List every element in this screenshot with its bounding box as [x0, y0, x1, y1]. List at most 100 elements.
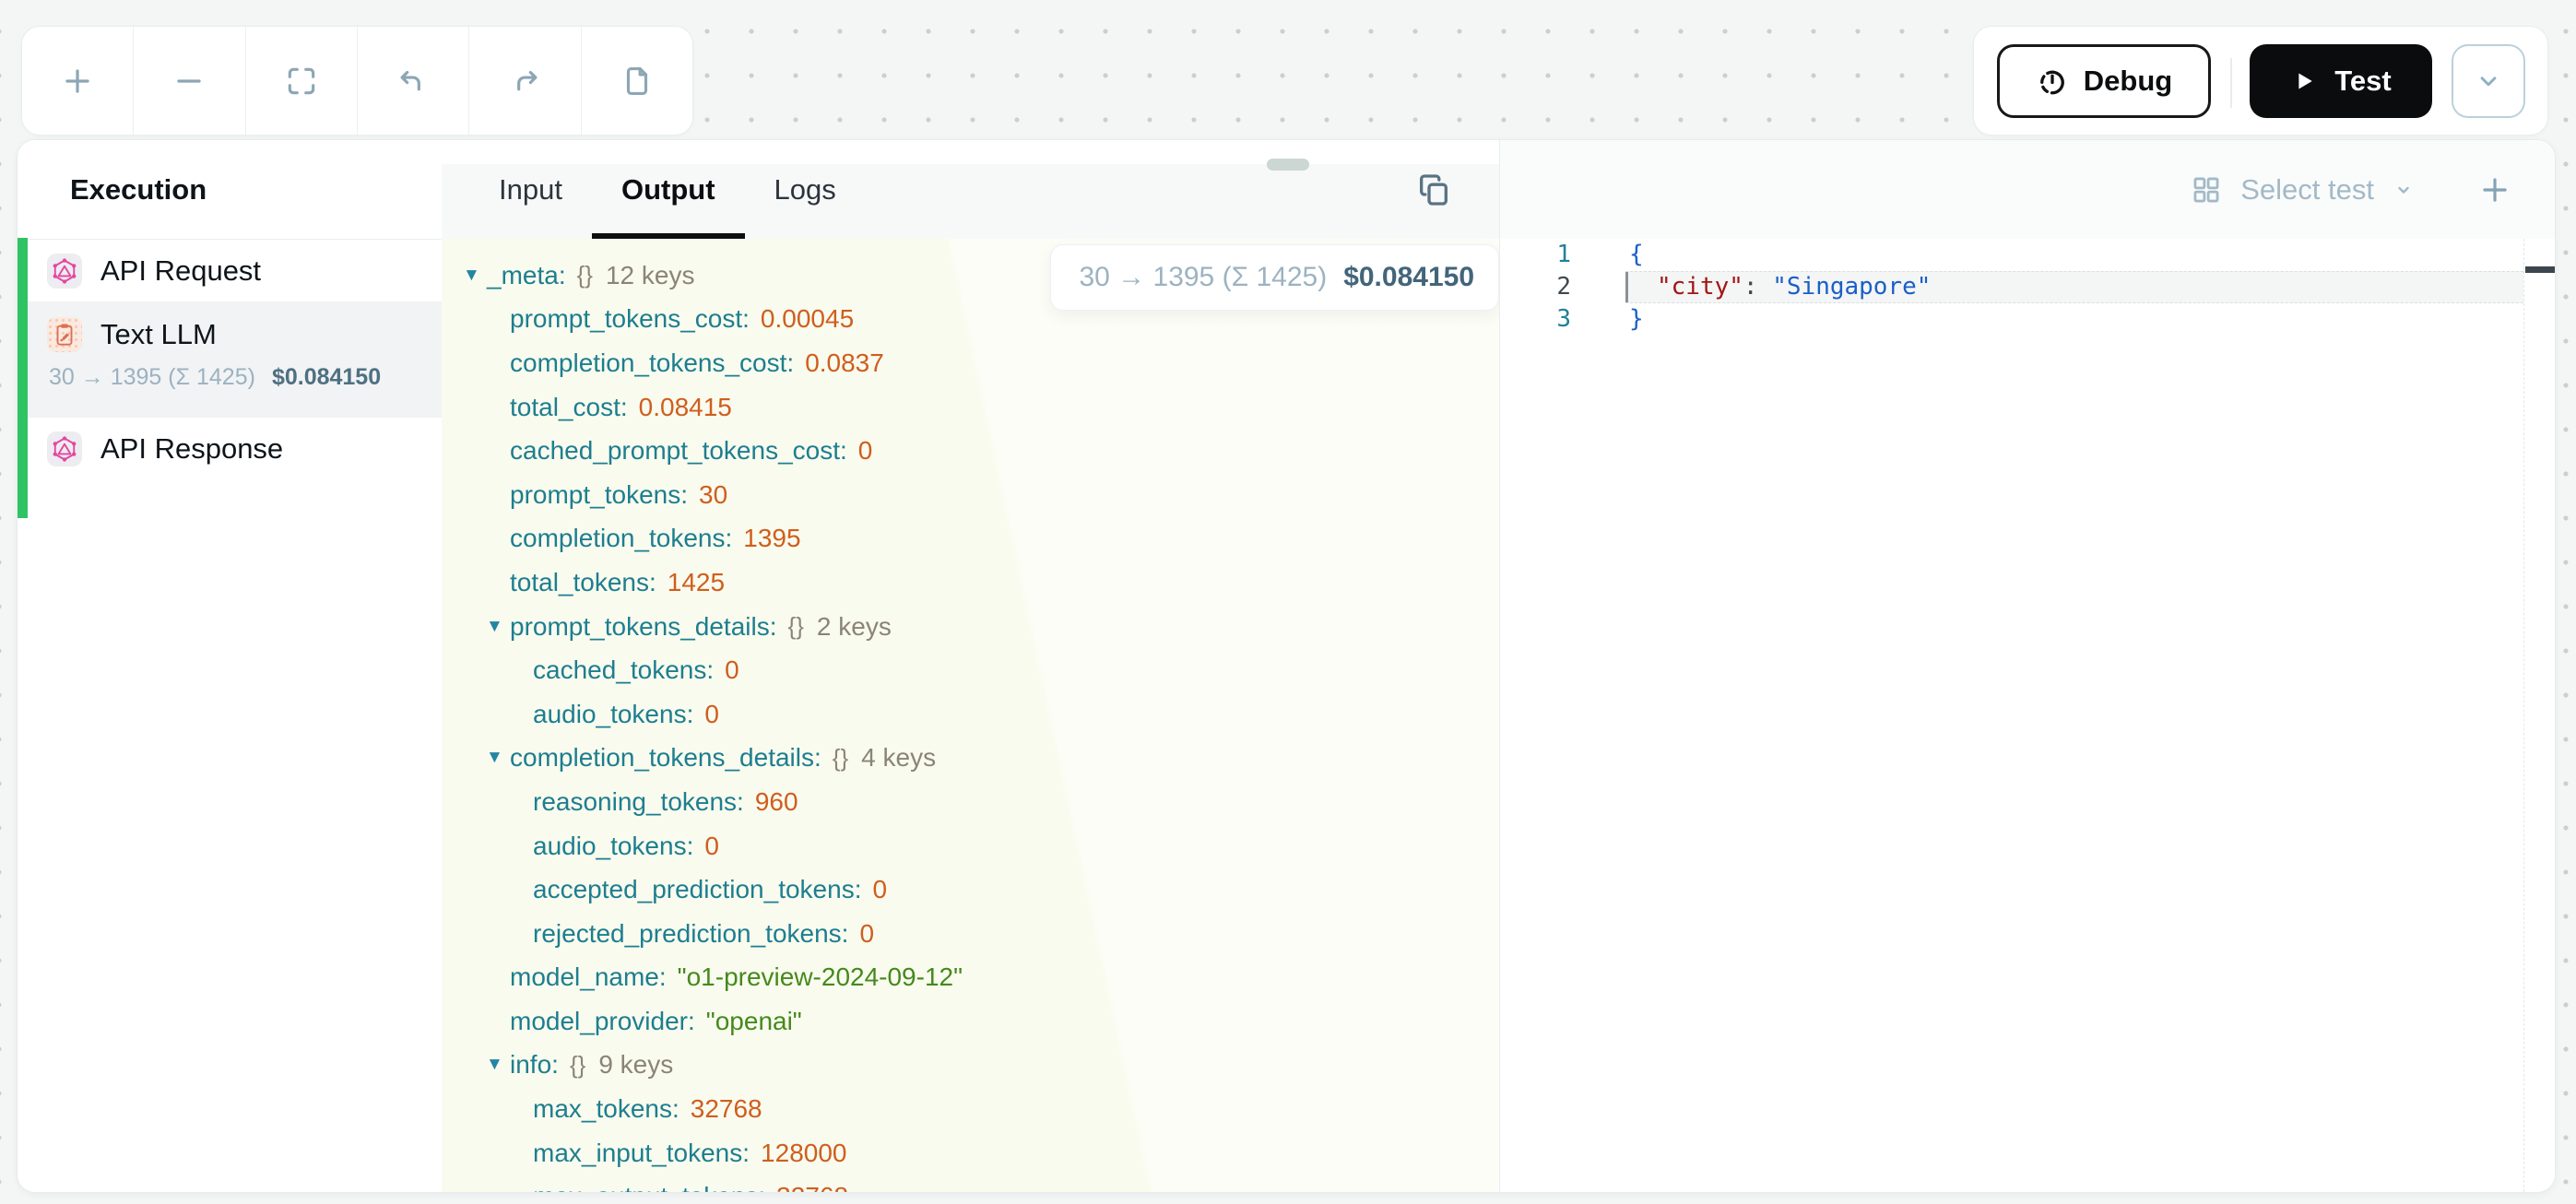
json-key: model_name:: [510, 962, 667, 992]
collapse-triangle-icon[interactable]: ▼: [463, 266, 487, 286]
chevron-down-icon: [2393, 179, 2415, 201]
token-brace: }: [1629, 305, 1644, 333]
json-key: accepted_prediction_tokens:: [533, 875, 861, 904]
json-row-prompt_tokens: ▼prompt_tokens:30: [442, 473, 1499, 517]
json-key: completion_tokens_cost:: [510, 348, 794, 378]
json-row-cached_tokens: ▼cached_tokens:0: [442, 648, 1499, 692]
node-label: Text LLM: [100, 318, 217, 351]
json-key: _meta:: [487, 261, 566, 290]
code-line-3[interactable]: 3}: [1500, 303, 2555, 336]
collapse-triangle-icon[interactable]: ▼: [486, 748, 510, 768]
execution-node-api-response[interactable]: API Response: [18, 418, 442, 479]
usage-tokens: 30 → 1395 (Σ 1425): [1079, 262, 1327, 293]
undo-icon: [396, 64, 431, 99]
llm-node-icon: [47, 317, 82, 352]
json-object-braces: {}: [577, 261, 593, 289]
zoom-in-button[interactable]: [22, 27, 133, 135]
execution-node-text-llm[interactable]: Text LLM 30 → 1395 (Σ 1425) $0.084150: [18, 301, 442, 418]
json-row-completion_tokens_cost: ▼completion_tokens_cost:0.0837: [442, 341, 1499, 385]
json-value: 0: [725, 655, 739, 685]
json-row-audio_tokens: ▼audio_tokens:0: [442, 824, 1499, 868]
chevron-down-icon: [2475, 67, 2502, 95]
json-object-braces: {}: [570, 1051, 585, 1080]
debug-button-label: Debug: [2084, 65, 2172, 98]
fit-view-button[interactable]: [245, 27, 357, 135]
copy-output-button[interactable]: [1414, 171, 1453, 209]
timer-icon: [2036, 65, 2069, 98]
json-tree: ▼_meta:{}12 keys▼prompt_tokens_cost:0.00…: [442, 239, 1499, 1192]
line-content: }: [1629, 303, 1644, 336]
json-key-count: 4 keys: [861, 743, 936, 773]
json-row-max_input_tokens: ▼max_input_tokens:128000: [442, 1131, 1499, 1175]
json-value: 0: [704, 832, 719, 861]
bottom-panel: Execution API RequestText LLM30 → 1395 (…: [17, 139, 2556, 1193]
select-test-label: Select test: [2240, 173, 2374, 207]
test-editor-panel: Select test 1{2"city": "Singapore"3}: [1500, 140, 2555, 1192]
json-row-cached_prompt_tokens_cost: ▼cached_prompt_tokens_cost:0: [442, 429, 1499, 473]
json-value: "o1-preview-2024-09-12": [678, 962, 963, 992]
tab-logs[interactable]: Logs: [745, 140, 866, 239]
node-output-panel: InputOutputLogs 30 → 1395 (Σ 1425) $0.08…: [442, 140, 1500, 1192]
token-string: "Singapore": [1772, 273, 1931, 301]
flow-canvas: Debug Test Execution API RequestText LLM…: [0, 0, 2576, 1204]
file-icon: [620, 64, 655, 99]
json-value: 1425: [668, 568, 725, 597]
editor-scrollbar-thumb[interactable]: [2525, 266, 2556, 273]
plus-icon: [2477, 172, 2512, 207]
json-key: reasoning_tokens:: [533, 787, 744, 817]
json-row-reasoning_tokens: ▼reasoning_tokens:960: [442, 780, 1499, 824]
json-value: 0.0837: [805, 348, 884, 378]
json-row-max_tokens: ▼max_tokens:32768: [442, 1087, 1499, 1131]
node-label: API Response: [100, 432, 283, 466]
token-brace: {: [1629, 241, 1644, 268]
json-value: 960: [755, 787, 798, 817]
execution-node-api-request[interactable]: API Request: [18, 240, 442, 301]
code-line-1[interactable]: 1{: [1500, 239, 2555, 271]
json-key: cached_tokens:: [533, 655, 714, 685]
json-key: rejected_prediction_tokens:: [533, 919, 848, 949]
json-row-rejected_prediction_tokens: ▼rejected_prediction_tokens:0: [442, 912, 1499, 956]
json-key: prompt_tokens_cost:: [510, 304, 750, 334]
json-value: 0: [859, 919, 874, 949]
line-number: 1: [1500, 239, 1571, 271]
output-tabbar: InputOutputLogs: [442, 140, 1499, 240]
zoom-out-button[interactable]: [133, 27, 244, 135]
json-value: 32768: [691, 1094, 762, 1124]
undo-button[interactable]: [357, 27, 468, 135]
node-cost: $0.084150: [272, 364, 381, 391]
tab-input[interactable]: Input: [469, 140, 592, 239]
panel-drag-handle[interactable]: [1267, 159, 1309, 171]
json-key: model_provider:: [510, 1007, 695, 1036]
execution-node-list: API Request Text LLM 30 → 1395 (Σ 1425) $0.…: [18, 240, 442, 479]
json-key-count: 9 keys: [598, 1050, 673, 1080]
json-key: cached_prompt_tokens_cost:: [510, 436, 847, 466]
test-json-editor[interactable]: 1{2"city": "Singapore"3}: [1500, 239, 2555, 1192]
tab-output[interactable]: Output: [592, 140, 745, 239]
add-test-button[interactable]: [2476, 171, 2514, 209]
api-node-icon: [47, 431, 82, 466]
json-value: 0: [704, 700, 719, 729]
json-key: max_tokens:: [533, 1094, 679, 1124]
node-tokens: 30 → 1395 (Σ 1425): [49, 364, 255, 391]
fit-view-icon: [284, 64, 319, 99]
collapse-triangle-icon[interactable]: ▼: [486, 1055, 510, 1075]
file-button[interactable]: [581, 27, 692, 135]
json-value: "openai": [706, 1007, 802, 1036]
json-value: 0.08415: [639, 393, 732, 422]
editor-scrollbar: [2523, 239, 2555, 1192]
usage-badge: 30 → 1395 (Σ 1425) $0.084150: [1050, 244, 1499, 311]
json-key: audio_tokens:: [533, 700, 693, 729]
test-button[interactable]: Test: [2250, 44, 2432, 118]
test-options-button[interactable]: [2452, 44, 2525, 118]
code-line-2[interactable]: 2"city": "Singapore": [1500, 271, 2555, 303]
json-object-braces: {}: [788, 612, 804, 641]
redo-button[interactable]: [468, 27, 580, 135]
execution-progress-bar: [18, 238, 28, 518]
usage-cost: $0.084150: [1343, 262, 1474, 293]
run-toolbar: Debug Test: [1973, 26, 2548, 136]
debug-button[interactable]: Debug: [1997, 44, 2211, 118]
zoom-out-icon: [171, 64, 207, 99]
json-key: total_tokens:: [510, 568, 656, 597]
collapse-triangle-icon[interactable]: ▼: [486, 617, 510, 637]
select-test-dropdown[interactable]: Select test: [2191, 173, 2415, 207]
